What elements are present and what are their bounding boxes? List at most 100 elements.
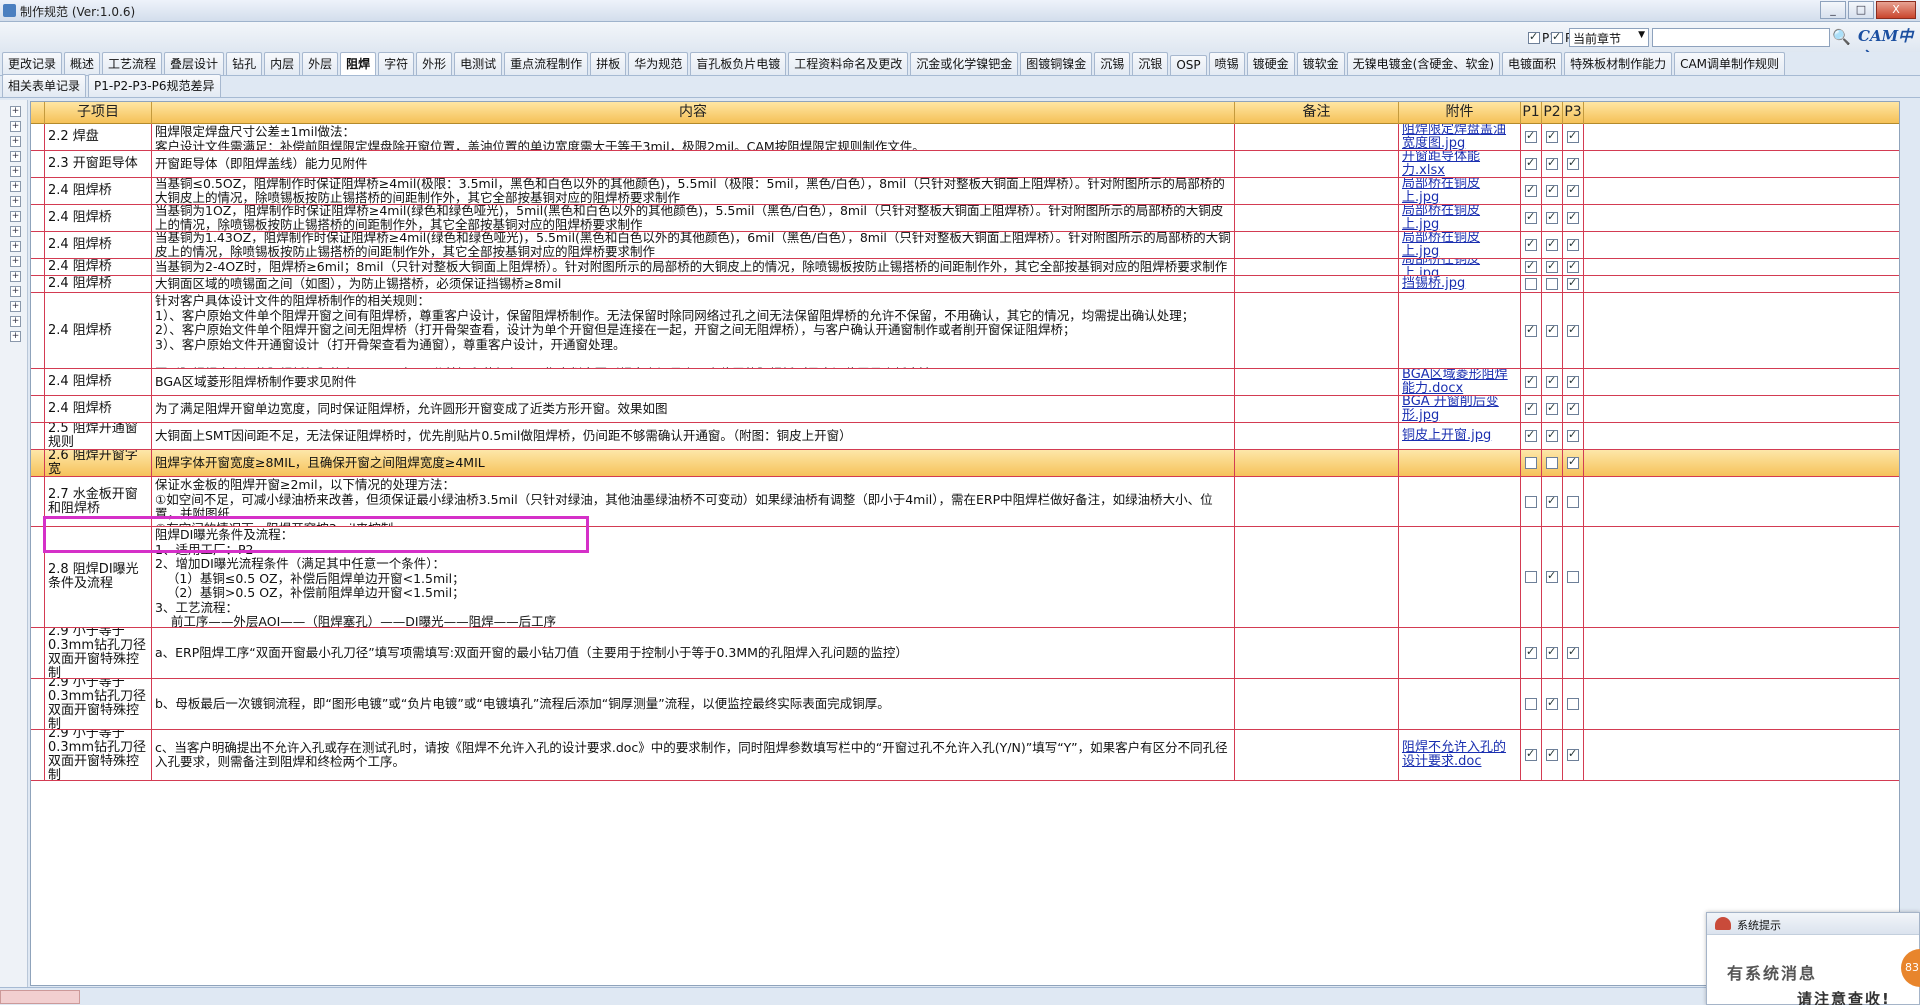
tab-21[interactable]: 喷锡 [1208, 52, 1245, 75]
tree-expand-icon[interactable]: + [10, 271, 21, 282]
table-row[interactable]: 2.4 阻焊桥 当基铜为1OZ，阻焊制作时保证阻焊桥≥4mil(绿色和绿色哑光)，… [31, 205, 1899, 232]
p2-checkbox[interactable] [1546, 237, 1558, 252]
tab-24[interactable]: 无镍电镀金(含硬金、软金) [1346, 52, 1501, 75]
row-indicator[interactable] [31, 477, 45, 526]
p1-checkbox[interactable] [1525, 645, 1537, 660]
row-indicator[interactable] [31, 276, 45, 292]
tab-8[interactable]: 字符 [378, 52, 415, 75]
tree-expand-icon[interactable]: + [10, 166, 21, 177]
row-indicator[interactable] [31, 259, 45, 275]
row-indicator[interactable] [31, 396, 45, 422]
cell-attach[interactable]: 铜皮上开窗.jpg [1399, 423, 1521, 449]
table-row[interactable]: 2.5 阻焊开通窗规则 大铜面上SMT因间距不足，无法保证阻焊桥时，优先削贴片0.… [31, 423, 1899, 450]
p1-checkbox[interactable] [1525, 183, 1537, 198]
header-content[interactable]: 内容 [152, 102, 1235, 124]
p2-checkbox[interactable] [1546, 401, 1558, 416]
p2-checkbox[interactable] [1546, 457, 1558, 469]
row-indicator[interactable] [31, 205, 45, 231]
table-row[interactable]: 2.9 小于等于0.3mm钻孔刀径双面开窗特殊控制 b、母板最后一次镀铜流程，即“… [31, 679, 1899, 730]
p1-checkbox[interactable] [1525, 129, 1537, 144]
row-indicator[interactable] [31, 232, 45, 258]
p2-checkbox[interactable] [1546, 494, 1558, 508]
row-indicator[interactable] [31, 450, 45, 476]
tree-expand-icon[interactable]: + [10, 331, 21, 342]
tree-expand-icon[interactable]: + [10, 181, 21, 192]
header-note[interactable]: 备注 [1235, 102, 1399, 124]
tab-row2-0[interactable]: 相关表单记录 [2, 74, 87, 97]
p1-checkbox[interactable] [1525, 259, 1537, 274]
tree-expand-icon[interactable]: + [10, 316, 21, 327]
tree-expand-icon[interactable]: + [10, 211, 21, 222]
p2-checkbox[interactable] [1546, 696, 1558, 711]
p2-checkbox[interactable] [1546, 428, 1558, 443]
p1-checkbox[interactable] [1525, 698, 1537, 710]
cell-attach[interactable]: 局部桥在铜皮上.jpg [1399, 259, 1521, 275]
p3-checkbox[interactable] [1567, 455, 1579, 470]
row-indicator[interactable] [31, 293, 45, 368]
row-indicator[interactable] [31, 423, 45, 449]
p2-checkbox[interactable] [1546, 210, 1558, 225]
table-row[interactable]: 2.8 阻焊DI曝光条件及流程 阻焊DI曝光条件及流程： 1、适用工厂：P2 2、… [31, 527, 1899, 628]
row-indicator[interactable] [31, 151, 45, 177]
p1-checkbox-box[interactable] [1528, 30, 1540, 44]
table-row[interactable]: 2.4 阻焊桥 针对客户具体设计文件的阻焊桥制作的相关规则： 1）、客户原始文件单… [31, 293, 1899, 369]
cell-attach[interactable]: BGA 开窗削后变形.jpg [1399, 396, 1521, 422]
tab-23[interactable]: 镀软金 [1296, 52, 1345, 75]
p2-checkbox[interactable] [1546, 323, 1558, 337]
table-row[interactable]: 2.4 阻焊桥 大铜面区域的喷锡面之间（如图），为防止锡搭桥，必须保证挡锡桥≥8m… [31, 276, 1899, 293]
tab-9[interactable]: 外形 [416, 52, 453, 75]
p1-checkbox[interactable] [1525, 747, 1537, 762]
p3-checkbox[interactable] [1567, 259, 1579, 274]
tree-expand-icon[interactable]: + [10, 226, 21, 237]
tab-25[interactable]: 电镀面积 [1502, 52, 1563, 75]
p3-checkbox[interactable] [1567, 401, 1579, 416]
tree-expand-icon[interactable]: + [10, 196, 21, 207]
tab-1[interactable]: 概述 [64, 52, 101, 75]
tab-16[interactable]: 沉金或化学镍钯金 [910, 52, 1019, 75]
minimize-button[interactable]: _ [1820, 1, 1846, 19]
tab-14[interactable]: 盲孔板负片电镀 [690, 52, 787, 75]
p2-checkbox[interactable] [1546, 183, 1558, 198]
search-input[interactable] [1652, 28, 1830, 47]
table-row[interactable]: 2.4 阻焊桥 当基铜≤0.5OZ，阻焊制作时保证阻焊桥≥4mil(极限：3.5m… [31, 178, 1899, 205]
p1-checkbox[interactable] [1525, 571, 1537, 583]
p1-checkbox[interactable] [1525, 323, 1537, 337]
p3-checkbox[interactable] [1567, 183, 1579, 198]
tab-18[interactable]: 沉锡 [1094, 52, 1131, 75]
p2-checkbox[interactable] [1546, 645, 1558, 660]
row-indicator[interactable] [31, 527, 45, 627]
p3-checkbox[interactable] [1567, 156, 1579, 171]
header-p1[interactable]: P1 [1521, 102, 1542, 124]
system-notification[interactable]: 系统提示 有系统消息 请注意查收! 83 [1706, 912, 1920, 1005]
p1-checkbox[interactable] [1525, 278, 1537, 290]
scrollbar-thumb[interactable] [0, 990, 80, 1004]
cell-attach[interactable]: 局部桥在铜皮上.jpg [1399, 232, 1521, 258]
p1-checkbox[interactable] [1525, 210, 1537, 225]
p2-checkbox[interactable] [1546, 747, 1558, 762]
tree-expand-icon[interactable]: + [10, 256, 21, 267]
p2-checkbox[interactable] [1546, 259, 1558, 274]
p3-checkbox[interactable] [1567, 129, 1579, 144]
tab-4[interactable]: 钻孔 [226, 52, 263, 75]
p3-checkbox[interactable] [1567, 428, 1579, 443]
tab-row2-1[interactable]: P1-P2-P3-P6规范差异 [88, 74, 221, 97]
table-row[interactable]: 2.9 小于等于0.3mm钻孔刀径双面开窗特殊控制 a、ERP阻焊工序“双面开窗最… [31, 628, 1899, 679]
p3-checkbox[interactable] [1567, 276, 1579, 291]
p3-checkbox[interactable] [1567, 237, 1579, 252]
header-attach[interactable]: 附件 [1399, 102, 1521, 124]
p2-checkbox-box[interactable] [1551, 30, 1563, 44]
row-indicator[interactable] [31, 124, 45, 150]
cell-attach[interactable]: 挡锡桥.jpg [1399, 276, 1521, 292]
tab-6[interactable]: 外层 [302, 52, 339, 75]
table-row[interactable]: 2.4 阻焊桥 BGA区域菱形阻焊桥制作要求见附件 BGA区域菱形阻焊能力.docx [31, 369, 1899, 396]
cell-attach[interactable]: 阻焊不允许入孔的设计要求.doc [1399, 730, 1521, 780]
row-indicator[interactable] [31, 369, 45, 395]
table-row[interactable]: 2.4 阻焊桥 当基铜为2-4OZ时，阻焊桥≥6mil；8mil（只针对整板大铜面… [31, 259, 1899, 276]
p2-checkbox[interactable] [1546, 569, 1558, 584]
tab-17[interactable]: 图镀铜镍金 [1020, 52, 1093, 75]
table-row[interactable]: 2.9 小于等于0.3mm钻孔刀径双面开窗特殊控制 c、当客户明确提出不允许入孔或… [31, 730, 1899, 781]
row-indicator[interactable] [31, 679, 45, 729]
p1-checkbox[interactable] [1525, 374, 1537, 389]
header-p3[interactable]: P3 [1563, 102, 1584, 124]
p3-checkbox[interactable] [1567, 210, 1579, 225]
